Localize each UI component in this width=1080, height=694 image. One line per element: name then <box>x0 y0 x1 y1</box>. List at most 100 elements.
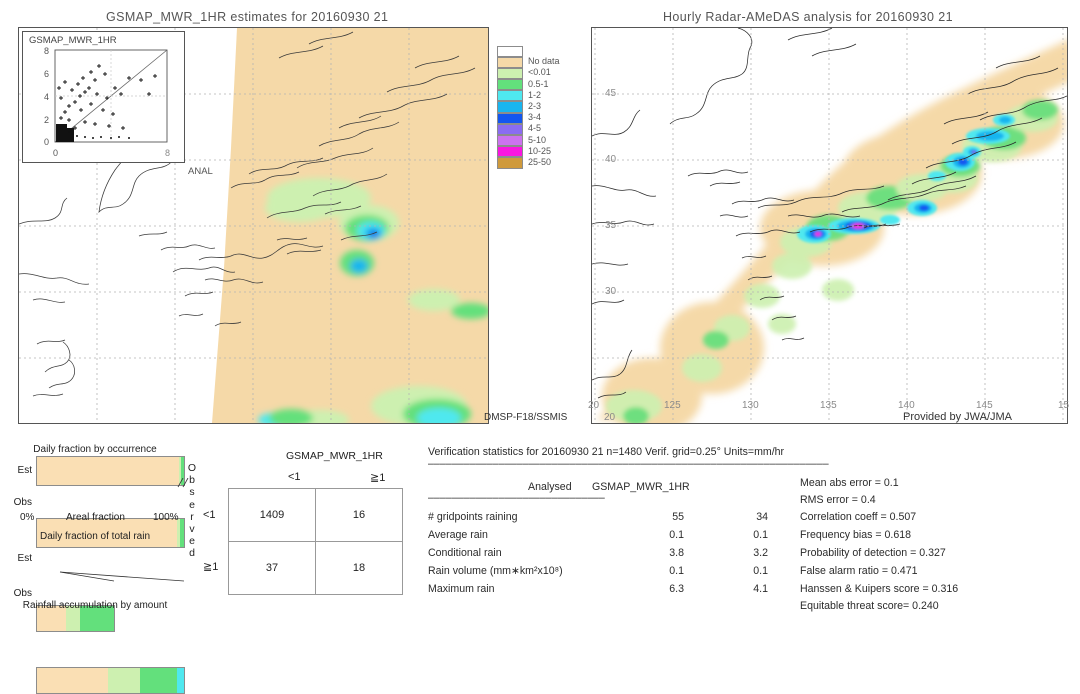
svg-text:2: 2 <box>44 115 49 125</box>
scatter-inset-panel: GSMAP_MWR_1HR 8 6 4 2 0 0 8 <box>22 31 185 163</box>
colorbar-entry: 2-3 <box>497 101 560 113</box>
colorbar-entry: 1-2 <box>497 89 560 102</box>
colorbar-label: 1-2 <box>528 89 542 100</box>
verification-row-analysed: 3.8 <box>669 547 684 559</box>
contingency-col-header-lt1: <1 <box>288 471 301 483</box>
right-map-canvas <box>592 28 1067 423</box>
amount-obs-label: Obs <box>13 588 32 599</box>
amount-obs-bar <box>36 667 185 694</box>
occurrence-chart-title: Daily fraction by occurrence <box>33 444 157 455</box>
occurrence-axis-center: Areal fraction <box>66 512 125 523</box>
verification-row-model: 3.2 <box>753 547 768 559</box>
verification-row-analysed: 55 <box>672 511 684 523</box>
colorbar-entry: 0.5-1 <box>497 78 560 91</box>
colorbar: No data <0.01 0.5-1 1-2 2-3 3-4 4-5 5-10… <box>497 45 560 169</box>
right-xtick-130: 130 <box>742 400 759 411</box>
verification-row-model: 0.1 <box>753 529 768 541</box>
right-xtick-125: 125 <box>664 400 681 411</box>
right-ytick-20: 20 <box>588 400 600 411</box>
occurrence-est-label: Est <box>17 465 32 476</box>
colorbar-swatch <box>497 112 523 124</box>
score-correlation: Correlation coeff = 0.507 <box>800 511 917 523</box>
colorbar-label: 4-5 <box>528 123 542 134</box>
colorbar-label: <0.01 <box>528 67 551 78</box>
amount-connector <box>59 571 185 582</box>
svg-text:0: 0 <box>53 148 58 158</box>
table-row: 1409 16 <box>228 488 403 542</box>
contingency-cell-hit: 18 <box>315 541 403 595</box>
verification-divider-2: –––––––––––––––––––––––––––––– <box>428 492 605 504</box>
right-xtick-145: 145 <box>976 400 993 411</box>
right-xtick-140: 140 <box>898 400 915 411</box>
contingency-col-header-ge1: ≧1 <box>370 472 386 484</box>
verification-row-label: Average rain <box>428 529 488 541</box>
colorbar-swatch <box>497 101 523 113</box>
contingency-table: 1409 16 37 18 <box>228 488 403 595</box>
right-ytick-40: 40 <box>605 154 617 165</box>
contingency-side-label: Observed <box>187 462 197 560</box>
verification-row-model: 0.1 <box>753 565 768 577</box>
svg-text:8: 8 <box>165 148 170 158</box>
contingency-cell-hits-none: 1409 <box>228 488 316 542</box>
right-corner-tick: 20 <box>604 412 616 423</box>
contingency-group-header: GSMAP_MWR_1HR <box>286 450 383 462</box>
svg-text:4: 4 <box>44 92 49 102</box>
colorbar-swatch <box>497 67 523 80</box>
score-pod: Probability of detection = 0.327 <box>800 547 946 559</box>
anal-label: ANAL <box>188 166 213 177</box>
contingency-cell-false-alarm: 16 <box>315 488 403 542</box>
verification-col-model: GSMAP_MWR_1HR <box>592 481 690 493</box>
score-rms-error: RMS error = 0.4 <box>800 494 876 506</box>
colorbar-label: 3-4 <box>528 112 542 123</box>
colorbar-label: 10-25 <box>528 145 552 156</box>
bar-segment-nodata <box>37 668 108 693</box>
contingency-row-header-ge1: ≧1 <box>203 561 219 573</box>
colorbar-entry: 10-25 <box>497 145 560 158</box>
occurrence-est-bar <box>36 456 185 486</box>
bar-segment-1to2 <box>176 668 184 693</box>
occurrence-axis-right: 100% <box>153 512 179 523</box>
contingency-cell-miss: 37 <box>228 541 316 595</box>
svg-text:0: 0 <box>44 137 49 147</box>
inset-title: GSMAP_MWR_1HR <box>29 35 117 46</box>
verification-row-analysed: 0.1 <box>669 565 684 577</box>
right-xtick-135: 135 <box>820 400 837 411</box>
occurrence-axis-left: 0% <box>20 512 35 523</box>
left-panel-title: GSMAP_MWR_1HR estimates for 20160930 21 <box>106 10 389 24</box>
verification-divider: ––––––––––––––––––––––––––––––––––––––––… <box>428 458 829 470</box>
right-map-panel <box>591 27 1068 424</box>
colorbar-entry: 5-10 <box>497 134 560 147</box>
right-ytick-30: 30 <box>605 286 617 297</box>
right-credit-label: Provided by JWA/JMA <box>903 411 1013 423</box>
table-row: 37 18 <box>228 541 403 595</box>
colorbar-entry: No data <box>497 56 560 68</box>
verification-row-analysed: 6.3 <box>669 583 684 595</box>
verification-row-model: 4.1 <box>753 583 768 595</box>
right-ytick-45: 45 <box>605 88 617 99</box>
colorbar-label: 2-3 <box>528 101 542 112</box>
colorbar-swatch <box>497 123 523 135</box>
score-far: False alarm ratio = 0.471 <box>800 565 918 577</box>
verification-row-label: Rain volume (mm∗km²x10⁸) <box>428 565 563 577</box>
colorbar-label: No data <box>528 56 560 67</box>
scatter-plot: 8 6 4 2 0 0 8 <box>44 46 170 158</box>
verification-row-model: 34 <box>756 511 768 523</box>
contingency-row-header-lt1: <1 <box>203 509 216 521</box>
colorbar-label: 0.5-1 <box>528 78 549 89</box>
colorbar-label: 5-10 <box>528 134 547 145</box>
left-source-label: DMSP-F18/SSMIS <box>484 412 568 423</box>
amount-est-label: Est <box>17 553 32 564</box>
colorbar-label: 25-50 <box>528 156 552 167</box>
svg-text:6: 6 <box>44 69 49 79</box>
colorbar-entry: 3-4 <box>497 112 560 124</box>
score-frequency-bias: Frequency bias = 0.618 <box>800 529 912 541</box>
verification-row-analysed: 0.1 <box>669 529 684 541</box>
amount-chart-title: Daily fraction of total rain <box>39 531 151 542</box>
colorbar-entry <box>497 45 560 57</box>
colorbar-swatch <box>497 135 523 147</box>
colorbar-entry: 25-50 <box>497 156 560 169</box>
verification-row-label: # gridpoints raining <box>428 511 518 523</box>
colorbar-swatch <box>497 146 523 158</box>
right-panel-title: Hourly Radar-AMeDAS analysis for 2016093… <box>663 10 953 24</box>
verification-row-label: Maximum rain <box>428 583 495 595</box>
